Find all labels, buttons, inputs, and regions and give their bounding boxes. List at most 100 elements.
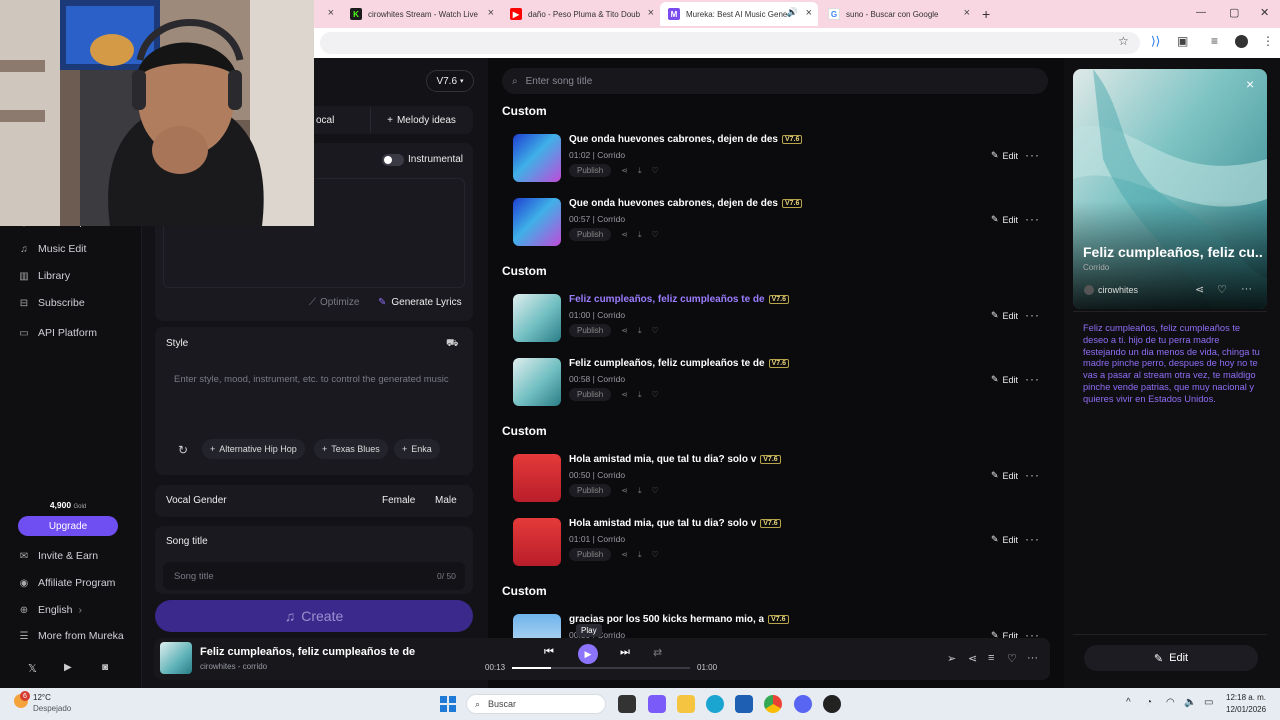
song-search[interactable]: ⌕ Enter song title (502, 68, 1048, 94)
discord-taskbar-icon[interactable] (794, 695, 812, 713)
publish-button[interactable]: Publish (569, 324, 612, 337)
edit-button[interactable]: ✎ Edit (991, 150, 1018, 161)
version-selector[interactable]: V7.6 ▾ (426, 70, 474, 92)
previous-icon[interactable]: ⏮ (544, 646, 554, 659)
store-icon[interactable] (735, 695, 753, 713)
puzzle-icon[interactable]: ▣ (1177, 34, 1188, 48)
tab-mureka[interactable]: M Mureka: Best AI Music Gene 🔊 × (660, 2, 818, 26)
bookmark-star-icon[interactable]: ☆ (1118, 34, 1129, 48)
tab-kick[interactable]: K cirowhites Stream - Watch Live × (342, 2, 500, 26)
taskbar-search[interactable]: ⌕ Buscar (466, 694, 606, 714)
discord-icon[interactable]: ◙ (102, 662, 108, 673)
heart-icon[interactable]: ♡ (1007, 652, 1017, 665)
share-icon[interactable]: ⋖ (621, 326, 628, 335)
minimize-button[interactable]: — (1196, 7, 1206, 18)
more-button[interactable]: ··· (1025, 308, 1040, 322)
sidebar-item-music-edit[interactable]: ♫ Music Edit (18, 243, 86, 255)
download-icon[interactable]: ⤓ (638, 550, 642, 560)
download-icon[interactable]: ⤓ (638, 326, 642, 336)
sidebar-item-affiliate[interactable]: ◉ Affiliate Program (18, 577, 116, 589)
share-icon[interactable]: ⋖ (621, 230, 628, 239)
windows-start-icon[interactable] (440, 696, 456, 712)
repeat-icon[interactable]: ⇄ (653, 646, 662, 659)
edit-button[interactable]: ✎ Edit (991, 534, 1018, 545)
clock-time[interactable]: 12:18 a. m. (1226, 693, 1266, 702)
obs-icon[interactable] (823, 695, 841, 713)
instrumental-toggle[interactable] (382, 154, 404, 166)
progress-track[interactable] (512, 667, 690, 669)
edit-button[interactable]: ✎ Edit (991, 310, 1018, 321)
detail-author[interactable]: cirowhites (1098, 285, 1138, 295)
tab-close-icon[interactable]: × (964, 7, 970, 19)
song-row[interactable]: Que onda huevones cabrones, dejen de des… (502, 192, 1048, 252)
chrome-icon[interactable] (764, 695, 782, 713)
share-icon[interactable]: ⋖ (621, 486, 628, 495)
share-icon[interactable]: ⋖ (1195, 283, 1204, 296)
send-icon[interactable]: ➢ (947, 652, 956, 665)
song-row[interactable]: Feliz cumpleaños, feliz cumpleaños te de… (502, 352, 1048, 412)
song-thumbnail[interactable] (513, 518, 561, 566)
sidebar-item-invite[interactable]: ✉ Invite & Earn (18, 550, 98, 562)
more-button[interactable]: ··· (1025, 468, 1040, 482)
tab-youtube[interactable]: ▶ daño - Peso Pluma & Tito Doub × (502, 2, 660, 26)
style-chip[interactable]: + Enka (394, 439, 440, 459)
more-icon[interactable]: ··· (1241, 283, 1252, 295)
sidebar-item-api-platform[interactable]: ▭ API Platform (18, 327, 97, 339)
sidebar-item-subscribe[interactable]: ⊟ Subscribe (18, 297, 85, 309)
download-icon[interactable]: ⤓ (638, 486, 642, 496)
generate-lyrics-button[interactable]: ✎ Generate Lyrics (378, 297, 462, 308)
network-icon[interactable]: ◔ (1146, 697, 1152, 708)
share-icon[interactable]: ⋖ (968, 652, 977, 665)
window-close-button[interactable]: ✕ (1260, 6, 1269, 19)
x-twitter-icon[interactable]: 𝕏 (28, 662, 37, 675)
song-thumbnail[interactable] (513, 198, 561, 246)
song-row[interactable]: Feliz cumpleaños, feliz cumpleaños te de… (502, 288, 1048, 348)
edit-button[interactable]: ✎ Edit (991, 470, 1018, 481)
style-input[interactable]: Enter style, mood, instrument, etc. to c… (174, 372, 460, 388)
app-icon[interactable] (648, 695, 666, 713)
song-row[interactable]: Hola amistad mia, que tal tu dia? solo v… (502, 448, 1048, 508)
tray-chevron-icon[interactable]: ^ (1126, 697, 1131, 708)
detail-edit-button[interactable]: ✎ Edit (1084, 645, 1258, 671)
sidebar-item-language[interactable]: ⊕ English › (18, 604, 82, 616)
menu-dots-icon[interactable]: ⋮ (1262, 34, 1274, 48)
publish-button[interactable]: Publish (569, 164, 612, 177)
share-icon[interactable]: ⋖ (621, 166, 628, 175)
queue-icon[interactable]: ≡ (988, 652, 994, 664)
clock-date[interactable]: 12/01/2026 (1226, 705, 1266, 714)
tab-vocal[interactable]: ocal (316, 115, 334, 126)
sidebar-item-more[interactable]: ☰ More from Mureka (18, 630, 124, 642)
heart-icon[interactable]: ♡ (652, 166, 659, 175)
tab-close-icon[interactable]: × (488, 7, 494, 19)
new-tab-button[interactable]: + (982, 6, 990, 22)
maximize-button[interactable]: ▢ (1229, 6, 1239, 19)
heart-icon[interactable]: ♡ (652, 326, 659, 335)
youtube-social-icon[interactable]: ▶ (64, 662, 72, 673)
download-icon[interactable]: ⤓ (638, 166, 642, 176)
share-icon[interactable]: ⋖ (621, 550, 628, 559)
address-bar[interactable] (320, 32, 1140, 54)
edge-icon[interactable] (706, 695, 724, 713)
male-option[interactable]: Male (435, 495, 457, 506)
speaker-icon[interactable]: 🔊 (787, 7, 798, 18)
file-explorer-icon[interactable] (677, 695, 695, 713)
heart-icon[interactable]: ♡ (652, 390, 659, 399)
media-icon[interactable]: ≡ (1211, 34, 1218, 48)
more-button[interactable]: ··· (1025, 212, 1040, 226)
style-chip[interactable]: + Alternative Hip Hop (202, 439, 305, 459)
song-row[interactable]: Hola amistad mia, que tal tu dia? solo v… (502, 512, 1048, 572)
more-button[interactable]: ··· (1025, 148, 1040, 162)
edit-button[interactable]: ✎ Edit (991, 374, 1018, 385)
more-button[interactable]: ··· (1025, 532, 1040, 546)
upgrade-button[interactable]: Upgrade (18, 516, 118, 536)
tab-close-icon[interactable]: × (328, 7, 334, 19)
profile-avatar[interactable] (1235, 35, 1248, 48)
refresh-icon[interactable]: ↻ (178, 443, 188, 457)
heart-icon[interactable]: ♡ (652, 230, 659, 239)
publish-button[interactable]: Publish (569, 484, 612, 497)
song-thumbnail[interactable] (513, 294, 561, 342)
battery-icon[interactable]: ▭ (1204, 697, 1213, 708)
close-icon[interactable]: × (1246, 76, 1254, 92)
download-icon[interactable]: ⤓ (638, 390, 642, 400)
sidebar-item-library[interactable]: ▥ Library (18, 270, 70, 282)
